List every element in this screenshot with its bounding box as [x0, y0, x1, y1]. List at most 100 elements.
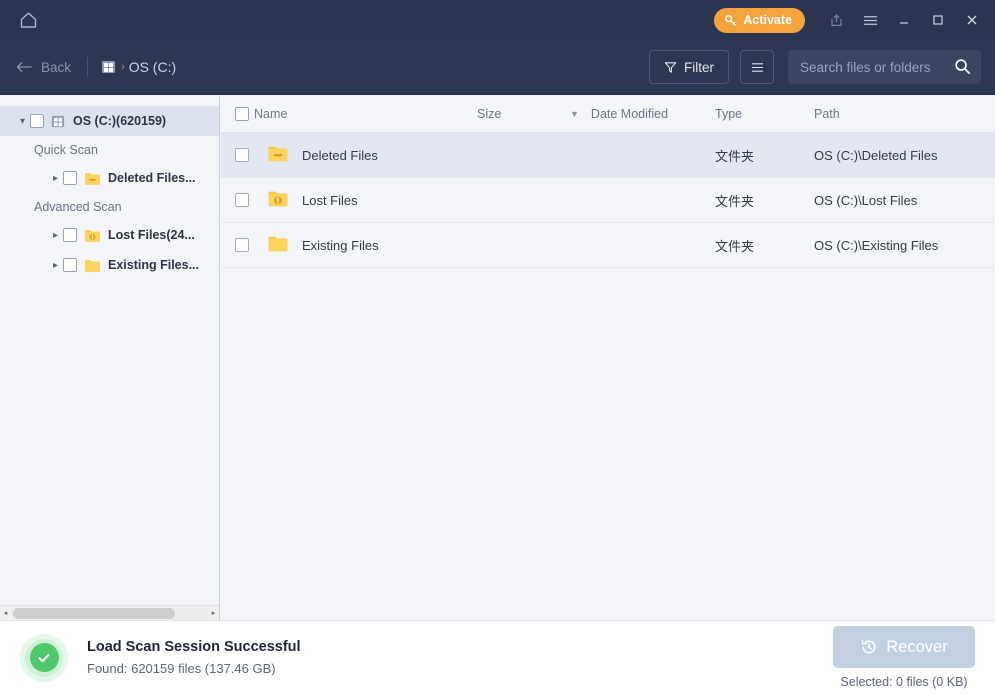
funnel-icon — [664, 61, 677, 74]
folder-lost-icon — [84, 228, 101, 243]
activate-button[interactable]: Activate — [714, 8, 805, 33]
restore-clock-icon — [860, 638, 878, 656]
recover-section: Recover Selected: 0 files (0 KB) — [833, 626, 975, 689]
cell-name: Deleted Files — [254, 144, 477, 166]
recover-button[interactable]: Recover — [833, 626, 975, 668]
deleted-files-checkbox[interactable] — [63, 171, 77, 185]
home-icon — [19, 11, 38, 29]
search-icon — [954, 58, 971, 75]
chevron-down-icon[interactable]: ▾ — [15, 116, 30, 127]
column-header-size[interactable]: Size — [477, 107, 570, 121]
row-select-cell[interactable] — [221, 193, 254, 207]
cell-path: OS (C:)\Lost Files — [814, 193, 995, 208]
folder-deleted-icon — [84, 171, 101, 186]
breadcrumb[interactable]: › OS (C:) — [101, 59, 176, 75]
status-message: Load Scan Session Successful Found: 6201… — [87, 639, 301, 676]
row-checkbox[interactable] — [235, 193, 249, 207]
filter-button[interactable]: Filter — [649, 50, 729, 84]
file-list-panel: Name Size ▼ Date Modified Type Path — [221, 96, 995, 620]
caret-down-icon[interactable]: ▼ — [570, 109, 579, 119]
column-header-date[interactable]: ▼ Date Modified — [570, 107, 715, 121]
search-box[interactable] — [788, 50, 981, 84]
recover-label: Recover — [886, 638, 947, 657]
success-check-icon — [20, 634, 68, 682]
breadcrumb-label: OS (C:) — [129, 59, 176, 75]
toolbar-divider — [87, 57, 88, 77]
scrollbar-track[interactable] — [11, 608, 208, 619]
windows-drive-icon — [101, 59, 117, 75]
cell-name: Existing Files — [254, 234, 477, 256]
column-header-path[interactable]: Path — [814, 107, 995, 121]
chevron-right-icon[interactable]: ▸ — [48, 260, 63, 271]
row-select-cell[interactable] — [221, 148, 254, 162]
column-header-type[interactable]: Type — [715, 107, 814, 121]
close-icon — [965, 13, 979, 27]
share-button[interactable] — [819, 0, 853, 40]
menu-button[interactable] — [853, 0, 887, 40]
folder-deleted-icon — [267, 144, 289, 166]
existing-files-checkbox[interactable] — [63, 258, 77, 272]
sidebar-item-label: Existing Files... — [108, 258, 199, 272]
cell-name: Lost Files — [254, 189, 477, 211]
sidebar-item-label: Deleted Files... — [108, 171, 196, 185]
minimize-button[interactable] — [887, 0, 921, 40]
sidebar-item-root[interactable]: ▾ OS (C:)(620159) — [0, 106, 219, 136]
title-bar: Activate — [0, 0, 995, 40]
table-row[interactable]: Existing Files 文件夹 OS (C:)\Existing File… — [221, 223, 995, 268]
minimize-icon — [897, 13, 911, 27]
maximize-icon — [931, 13, 945, 27]
row-select-cell[interactable] — [221, 238, 254, 252]
list-view-button[interactable] — [740, 50, 774, 84]
selected-summary: Selected: 0 files (0 KB) — [833, 675, 975, 689]
row-checkbox[interactable] — [235, 148, 249, 162]
sidebar-item-existing-files[interactable]: ▸ Existing Files... — [0, 250, 219, 280]
search-button[interactable] — [954, 58, 971, 80]
check-circle — [30, 643, 59, 672]
cell-type: 文件夹 — [715, 146, 814, 165]
folder-plain-icon — [267, 234, 289, 256]
root-checkbox[interactable] — [30, 114, 44, 128]
share-upload-icon — [829, 13, 844, 28]
key-icon — [724, 14, 737, 27]
sidebar-horizontal-scrollbar[interactable]: ◂ ▸ — [0, 605, 219, 620]
select-all-checkbox[interactable] — [235, 107, 249, 121]
windows-drive-icon — [51, 114, 66, 129]
sidebar-group-quick-scan: Quick Scan — [0, 136, 219, 163]
activate-label: Activate — [743, 13, 792, 27]
cell-type: 文件夹 — [715, 191, 814, 210]
list-view-icon — [750, 61, 765, 74]
sidebar-item-deleted-files[interactable]: ▸ Deleted Files... — [0, 163, 219, 193]
filter-label: Filter — [684, 60, 714, 75]
file-name-label: Deleted Files — [302, 148, 378, 163]
chevron-right-icon[interactable]: ▸ — [48, 173, 63, 184]
sidebar-item-label: OS (C:)(620159) — [73, 114, 166, 128]
maximize-button[interactable] — [921, 0, 955, 40]
close-button[interactable] — [955, 0, 989, 40]
back-button[interactable]: Back — [16, 60, 71, 75]
file-name-label: Lost Files — [302, 193, 358, 208]
column-header-name[interactable]: Name — [254, 107, 477, 121]
home-button[interactable] — [0, 0, 56, 40]
scan-tree-sidebar: ▾ OS (C:)(620159) Quick Scan ▸ — [0, 96, 220, 620]
select-all-cell[interactable] — [221, 107, 254, 121]
row-checkbox[interactable] — [235, 238, 249, 252]
cell-type: 文件夹 — [715, 236, 814, 255]
folder-plain-icon — [84, 258, 101, 273]
sidebar-group-advanced-scan: Advanced Scan — [0, 193, 219, 220]
table-row[interactable]: Lost Files 文件夹 OS (C:)\Lost Files — [221, 178, 995, 223]
scroll-left-arrow-icon[interactable]: ◂ — [0, 609, 11, 617]
cell-path: OS (C:)\Existing Files — [814, 238, 995, 253]
status-bar: Load Scan Session Successful Found: 6201… — [0, 620, 995, 694]
lost-files-checkbox[interactable] — [63, 228, 77, 242]
navigation-toolbar: Back › OS (C:) Filter — [0, 40, 995, 95]
sidebar-item-label: Lost Files(24... — [108, 228, 195, 242]
status-subtitle: Found: 620159 files (137.46 GB) — [87, 661, 301, 676]
chevron-right-icon[interactable]: ▸ — [48, 230, 63, 241]
search-input[interactable] — [800, 60, 950, 75]
sidebar-item-lost-files[interactable]: ▸ Lost Files(24... — [0, 220, 219, 250]
table-row[interactable]: Deleted Files 文件夹 OS (C:)\Deleted Files — [221, 133, 995, 178]
scrollbar-thumb[interactable] — [13, 608, 175, 619]
back-label: Back — [41, 60, 71, 75]
cell-path: OS (C:)\Deleted Files — [814, 148, 995, 163]
scroll-right-arrow-icon[interactable]: ▸ — [208, 609, 219, 617]
